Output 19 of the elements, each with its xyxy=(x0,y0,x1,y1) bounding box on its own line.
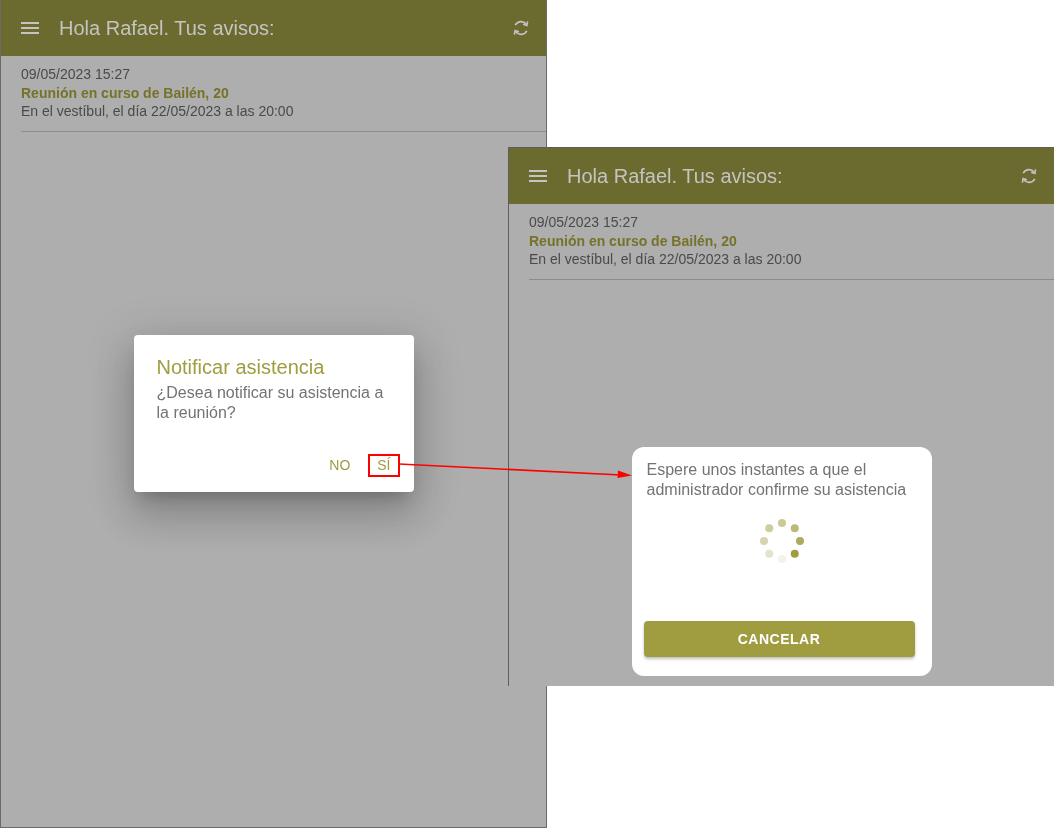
dialog-message: Espere unos instantes a que el administrador confirme su asistencia xyxy=(646,460,908,499)
cancel-button[interactable]: CANCELAR xyxy=(643,621,915,657)
dialog-button[interactable]: NO xyxy=(320,454,360,477)
notice-detail: En el vestíbul, el día 22/05/2023 a las 20:00 xyxy=(21,102,294,121)
app-bar-title: Hola Rafael. Tus avisos: xyxy=(567,164,784,188)
refresh-icon[interactable] xyxy=(512,19,530,37)
dialog-message: ¿Desea notificar su asistencia a la reunión? xyxy=(156,383,385,422)
notice-date: 09/05/2023 15:27 xyxy=(21,65,130,84)
notice-title: Reunión en curso de Bailén, 20 xyxy=(21,83,229,102)
notice-date: 09/05/2023 15:27 xyxy=(529,213,638,232)
dialog-button[interactable]: SÍ xyxy=(368,454,400,477)
menu-icon[interactable] xyxy=(21,22,39,34)
dialog-title: Notificar asistencia xyxy=(156,355,325,379)
refresh-icon[interactable] xyxy=(1020,167,1038,185)
menu-icon[interactable] xyxy=(529,170,547,182)
app-bar-title: Hola Rafael. Tus avisos: xyxy=(59,16,276,40)
loading-spinner-icon xyxy=(759,519,804,563)
notice-title: Reunión en curso de Bailén, 20 xyxy=(529,231,737,250)
notice-detail: En el vestíbul, el día 22/05/2023 a las 20:00 xyxy=(529,250,802,269)
